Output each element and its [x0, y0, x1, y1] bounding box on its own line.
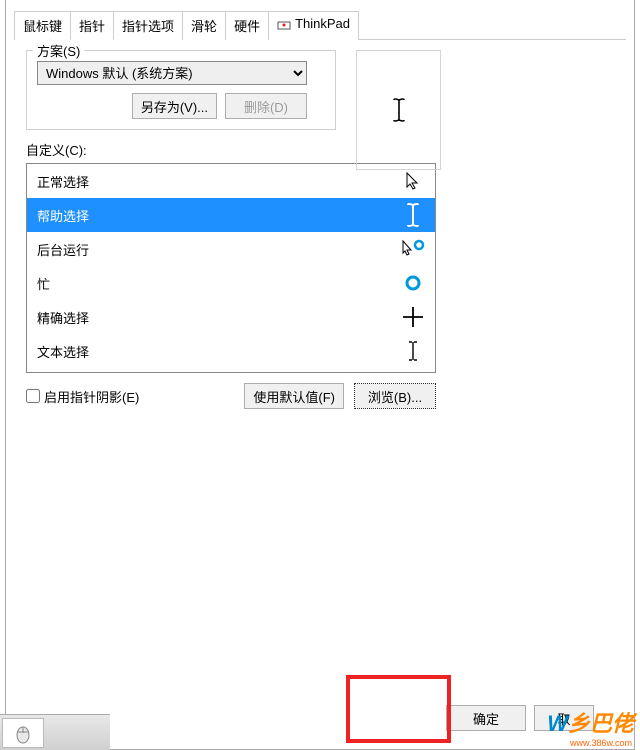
- taskbar-mouse-icon[interactable]: [2, 718, 44, 748]
- cursor-listbox[interactable]: 正常选择帮助选择后台运行忙精确选择文本选择: [26, 163, 436, 373]
- ibeam-icon: [392, 98, 406, 122]
- list-item-label: 文本选择: [37, 342, 89, 361]
- ibeam-icon: [401, 204, 425, 226]
- watermark-url: www.386w.com: [570, 738, 632, 748]
- shadow-checkbox-input[interactable]: [26, 389, 40, 403]
- ok-button[interactable]: 确定: [446, 705, 526, 731]
- tabs-bar: 鼠标键 指针 指针选项 滑轮 硬件 ThinkPad: [14, 10, 626, 40]
- cursor-preview: [356, 50, 441, 170]
- arrow-icon: [401, 171, 425, 191]
- list-item-label: 忙: [37, 274, 50, 293]
- cross-icon: [401, 307, 425, 327]
- list-item-label: 后台运行: [37, 240, 89, 259]
- tab-mousekeys[interactable]: 鼠标键: [14, 11, 71, 40]
- arrow-ring-icon: [401, 239, 425, 259]
- tab-hardware[interactable]: 硬件: [225, 11, 269, 40]
- watermark-text: W乡巴佬: [547, 706, 634, 738]
- delete-button[interactable]: 删除(D): [225, 93, 307, 119]
- scheme-group: 方案(S) Windows 默认 (系统方案) 另存为(V)... 删除(D): [26, 50, 336, 130]
- list-item-label: 正常选择: [37, 172, 89, 191]
- taskbar-fragment: [0, 714, 110, 750]
- list-item-label: 帮助选择: [37, 206, 89, 225]
- scheme-group-label: 方案(S): [33, 41, 84, 60]
- customize-label: 自定义(C):: [26, 140, 614, 159]
- list-item[interactable]: 精确选择: [27, 300, 435, 334]
- browse-button[interactable]: 浏览(B)...: [354, 383, 436, 409]
- use-default-button[interactable]: 使用默认值(F): [244, 383, 344, 409]
- list-item-label: 精确选择: [37, 308, 89, 327]
- tab-pointers[interactable]: 指针: [70, 11, 114, 40]
- scheme-select[interactable]: Windows 默认 (系统方案): [37, 61, 307, 85]
- tab-wheel[interactable]: 滑轮: [182, 11, 226, 40]
- list-item[interactable]: 文本选择: [27, 334, 435, 368]
- list-item[interactable]: 帮助选择: [27, 198, 435, 232]
- list-item[interactable]: 后台运行: [27, 232, 435, 266]
- pointer-shadow-checkbox[interactable]: 启用指针阴影(E): [26, 387, 139, 406]
- tab-thinkpad[interactable]: ThinkPad: [268, 11, 359, 40]
- ring-icon: [401, 273, 425, 293]
- list-item[interactable]: 忙: [27, 266, 435, 300]
- tab-pointer-options[interactable]: 指针选项: [113, 11, 183, 40]
- thinkpad-icon: [277, 18, 291, 32]
- save-as-button[interactable]: 另存为(V)...: [132, 93, 217, 119]
- ibeam-thin-icon: [401, 341, 425, 361]
- mouse-icon: [12, 722, 34, 744]
